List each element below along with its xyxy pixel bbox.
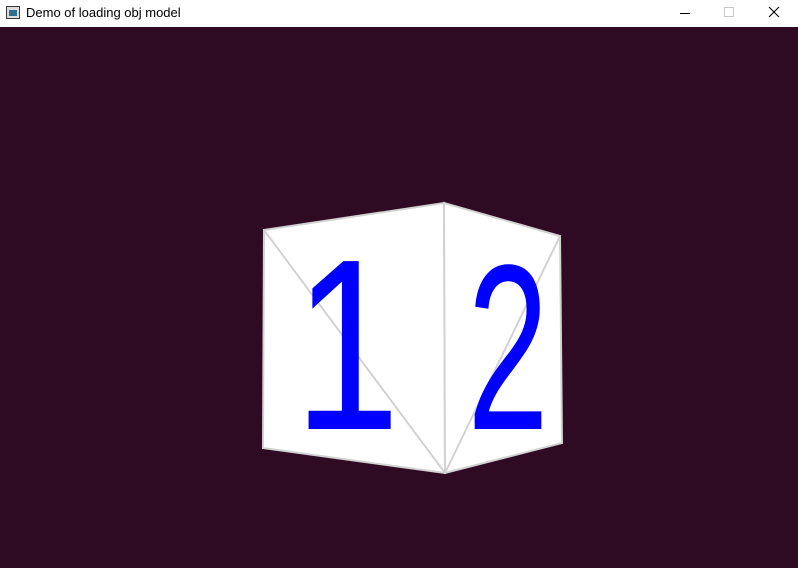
close-button[interactable] bbox=[751, 0, 797, 27]
face-label-1: 1 bbox=[294, 209, 400, 481]
maximize-button[interactable] bbox=[706, 0, 752, 27]
cube-scene: 1 2 bbox=[261, 201, 564, 481]
face-label-2: 2 bbox=[467, 215, 548, 479]
title-bar[interactable]: Demo of loading obj model bbox=[0, 0, 798, 27]
cube-edge-center bbox=[443, 202, 446, 474]
minimize-icon bbox=[680, 13, 690, 14]
app-window: Demo of loading obj model 1 2 bbox=[0, 0, 798, 568]
render-viewport[interactable]: 1 2 bbox=[0, 27, 798, 568]
app-window-icon[interactable] bbox=[6, 6, 20, 19]
minimize-button[interactable] bbox=[662, 0, 708, 27]
maximize-icon bbox=[724, 7, 734, 17]
window-title: Demo of loading obj model bbox=[26, 5, 181, 20]
close-icon bbox=[768, 6, 780, 18]
